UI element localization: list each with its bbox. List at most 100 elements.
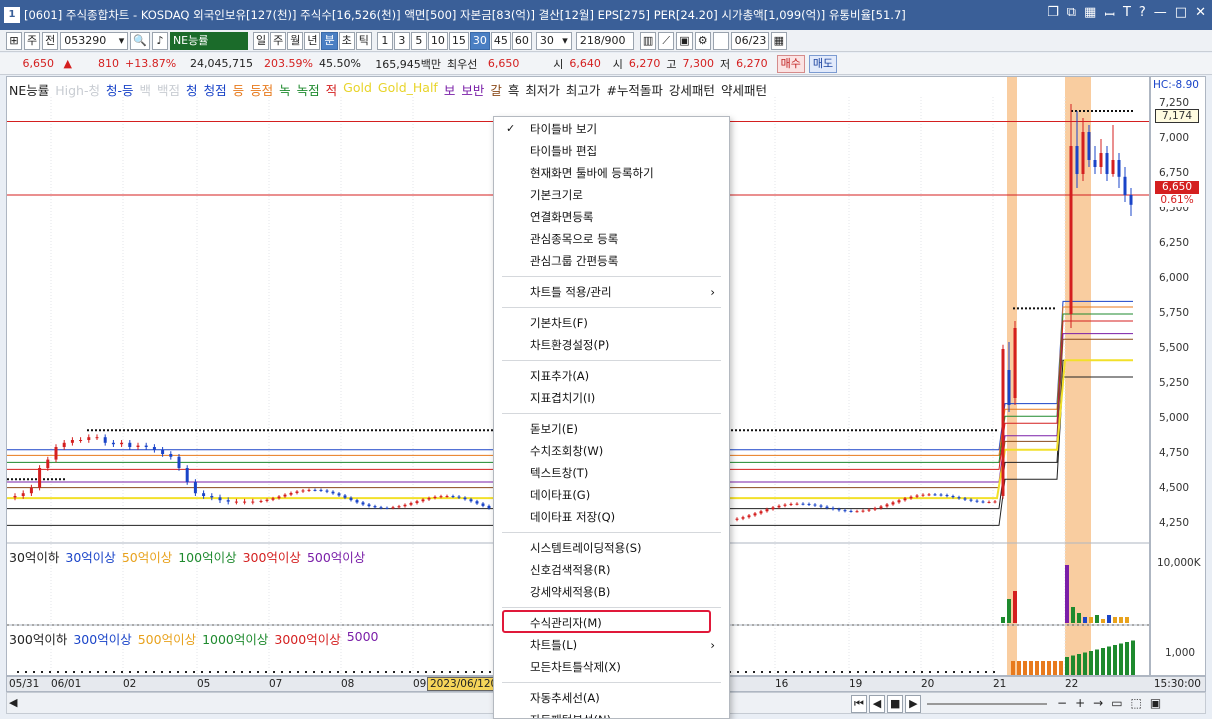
legend-item[interactable]: NE능률 (9, 80, 49, 99)
prev-icon[interactable]: ◀ (869, 695, 885, 713)
gear-icon[interactable]: ⚙ (694, 31, 711, 50)
legend-item[interactable]: 최고가 (566, 80, 601, 99)
menu-item[interactable]: 수치조회창(W) (494, 440, 729, 462)
zoom-in-icon[interactable]: + (1075, 696, 1085, 710)
legend-item[interactable]: 보반 (461, 80, 484, 99)
close-icon[interactable]: ✕ (1195, 5, 1206, 23)
timeframe-3[interactable]: 년 (304, 31, 321, 50)
legend-item[interactable]: 등점 (250, 80, 273, 99)
menu-item[interactable]: 현재화면 툴바에 등록하기 (494, 162, 729, 184)
menu-item[interactable]: 차트환경설정(P) (494, 334, 729, 356)
scroll-left-icon[interactable]: ◀ (9, 696, 17, 709)
date-field[interactable]: 06/23 (730, 31, 769, 50)
save-icon[interactable]: ▣ (1150, 696, 1161, 710)
menu-item[interactable]: 수식관리자(M) (494, 612, 729, 634)
menu-item[interactable]: 자동패턴분석(N) (494, 709, 729, 718)
dropdown-icon[interactable]: ▾ (119, 33, 125, 49)
count-field[interactable]: 218/900 (575, 31, 634, 50)
legend-item[interactable]: 청점 (204, 80, 227, 99)
legend-item[interactable]: High-청 (55, 80, 100, 99)
help-icon[interactable]: ? (1139, 5, 1146, 23)
legend-item[interactable]: 500억이상 (307, 547, 365, 566)
legend-item[interactable]: 보 (444, 80, 456, 99)
text-icon[interactable]: T (1123, 5, 1131, 23)
legend-item[interactable]: 500억이상 (138, 629, 196, 648)
layout-icon[interactable]: ⧉ (1067, 5, 1076, 23)
timeframe-1[interactable]: 주 (270, 31, 287, 50)
menu-item[interactable]: 텍스트창(T) (494, 462, 729, 484)
legend-item[interactable]: 흑 (508, 80, 520, 99)
legend-item[interactable]: 100억이상 (178, 547, 236, 566)
legend-item[interactable]: 300억이상 (73, 629, 131, 648)
menu-item[interactable]: 차트틀 적용/관리 › (494, 281, 729, 303)
legend-item[interactable]: 최저가 (525, 80, 560, 99)
menu-item[interactable]: 시스템트레이딩적용(S) (494, 537, 729, 559)
legend-item[interactable]: Gold (343, 80, 372, 99)
interval-10[interactable]: 10 (427, 31, 448, 50)
maximize-icon[interactable]: □ (1175, 5, 1187, 23)
menu-item[interactable]: 관심종목으로 등록 (494, 228, 729, 250)
legend-item[interactable]: 300억이상 (243, 547, 301, 566)
expand-icon[interactable]: ⊞ (6, 31, 22, 50)
legend-item[interactable]: 갈 (490, 80, 502, 99)
timeframe-4[interactable]: 분 (321, 31, 338, 50)
next-icon[interactable]: ▶ (905, 695, 922, 713)
menu-item[interactable]: 자동추세선(A) (494, 687, 729, 709)
legend-item[interactable]: 강세패턴 (669, 80, 715, 99)
timeframe-5[interactable]: 초 (338, 31, 355, 50)
menu-item[interactable]: 연결화면등록 (494, 206, 729, 228)
legend-item[interactable]: 약세패턴 (721, 80, 767, 99)
expand-icon[interactable]: ⬚ (1131, 696, 1142, 710)
legend-item[interactable]: #누적돌파 (606, 80, 662, 99)
interval-3[interactable]: 3 (393, 31, 410, 50)
restore-icon[interactable]: ❐ (1047, 5, 1059, 23)
menu-item[interactable]: 강세약세적용(B) (494, 581, 729, 603)
dropdown-icon[interactable]: ▾ (562, 33, 568, 49)
legend-item[interactable]: 백 (140, 80, 152, 99)
menu-item[interactable]: 타이틀바 편집 (494, 140, 729, 162)
menu-item[interactable]: 타이틀바 보기 ✓ (494, 118, 729, 140)
legend-item[interactable]: 백점 (157, 80, 180, 99)
first-icon[interactable]: ⏮ (851, 695, 867, 713)
legend-item[interactable]: 녹 (279, 80, 291, 99)
timeframe-0[interactable]: 일 (252, 31, 270, 50)
legend-item[interactable]: 청-등 (106, 80, 134, 99)
minimize-icon[interactable]: — (1154, 5, 1167, 23)
legend-item[interactable]: 1000억이상 (202, 629, 268, 648)
legend-item[interactable]: 5000 (347, 629, 379, 648)
menu-item[interactable]: 돋보기(E) (494, 418, 729, 440)
legend-item[interactable]: Gold_Half (378, 80, 438, 99)
period-select[interactable]: 주 (24, 31, 41, 50)
menu-item[interactable]: 기본크기로 (494, 184, 729, 206)
date-checkbox[interactable] (712, 31, 729, 50)
legend-item[interactable]: 50억이상 (122, 547, 172, 566)
menu-item[interactable]: 데이타표(G) (494, 484, 729, 506)
menu-item[interactable]: 기본차트(F) (494, 312, 729, 334)
move-right-icon[interactable]: → (1093, 696, 1103, 710)
interval-60[interactable]: 60 (511, 31, 532, 50)
stop-icon[interactable]: ■ (887, 695, 904, 713)
interval-30[interactable]: 30 (469, 31, 490, 50)
line-icon[interactable]: ⟋ (658, 31, 675, 50)
menu-item[interactable]: 지표겹치기(I) (494, 387, 729, 409)
interval-45[interactable]: 45 (490, 31, 511, 50)
legend-item[interactable]: 30억이상 (65, 547, 115, 566)
menu-item[interactable]: 신호검색적용(R) (494, 559, 729, 581)
search-icon[interactable]: 🔍 (130, 31, 150, 50)
save-icon[interactable]: ▣ (676, 31, 693, 50)
legend-item[interactable]: 30억이하 (9, 547, 59, 566)
legend-item[interactable]: 녹점 (297, 80, 320, 99)
speaker-icon[interactable]: ♪ (151, 31, 168, 50)
legend-item[interactable]: 적 (326, 80, 338, 99)
interval-1[interactable]: 1 (376, 31, 393, 50)
interval-15[interactable]: 15 (448, 31, 469, 50)
chart-icon[interactable]: ▥ (639, 31, 657, 50)
legend-item[interactable]: 300억이하 (9, 629, 67, 648)
interval-5[interactable]: 5 (410, 31, 427, 50)
scale-icon[interactable]: ꟷ (1104, 5, 1115, 23)
buy-button[interactable]: 매수 (776, 54, 805, 73)
legend-item[interactable]: 3000억이상 (274, 629, 340, 648)
menu-item[interactable]: 지표추가(A) (494, 365, 729, 387)
code-kind-select[interactable]: 전 (42, 31, 59, 50)
legend-item[interactable]: 등 (233, 80, 245, 99)
